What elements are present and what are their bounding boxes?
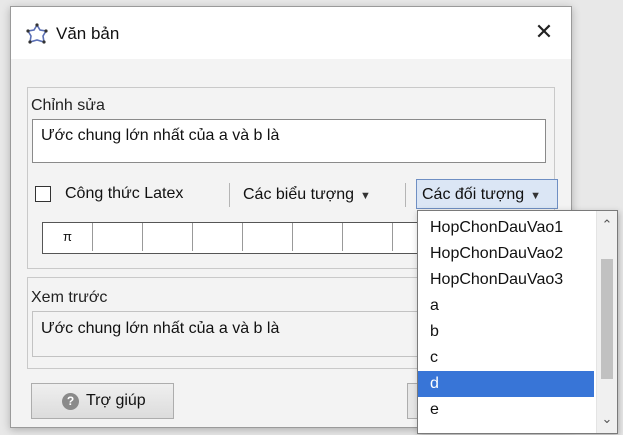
polygon-star-icon — [26, 23, 48, 44]
window-title: Văn bản — [56, 24, 120, 43]
objects-dropdown-list: HopChonDauVao1 HopChonDauVao2 HopChonDau… — [417, 210, 618, 434]
dropdown-option[interactable]: e — [418, 397, 594, 423]
latex-checkbox[interactable] — [35, 186, 51, 202]
scroll-up-icon[interactable]: ⌃ — [597, 215, 617, 235]
title-bar: Văn bản ✕ — [11, 7, 571, 59]
symbol-cell[interactable] — [93, 223, 143, 251]
dropdown-option[interactable]: a — [418, 293, 594, 319]
caret-down-icon: ▼ — [360, 190, 371, 202]
symbols-label: Các biểu tượng — [243, 186, 355, 203]
dropdown-option[interactable]: HopChonDauVao3 — [418, 267, 594, 293]
symbol-cell[interactable] — [193, 223, 243, 251]
symbol-toolbar: π — [42, 222, 444, 254]
divider — [229, 183, 230, 207]
dropdown-option[interactable]: HopChonDauVao1 — [418, 215, 594, 241]
scroll-down-icon[interactable]: ⌄ — [597, 409, 617, 429]
symbol-cell[interactable] — [293, 223, 343, 251]
symbol-cell[interactable]: π — [43, 223, 93, 251]
objects-dropdown-button[interactable]: Các đối tượng ▼ — [416, 179, 558, 209]
close-icon[interactable]: ✕ — [531, 19, 557, 45]
dropdown-options: HopChonDauVao1 HopChonDauVao2 HopChonDau… — [418, 215, 594, 423]
divider — [405, 183, 406, 207]
dropdown-option[interactable]: HopChonDauVao2 — [418, 241, 594, 267]
preview-section-label: Xem trước — [31, 289, 108, 306]
help-icon: ? — [62, 393, 79, 410]
objects-label: Các đối tượng — [422, 186, 525, 203]
dropdown-scrollbar[interactable]: ⌃ ⌄ — [596, 211, 617, 433]
dropdown-option[interactable]: c — [418, 345, 594, 371]
options-row: Công thức Latex Các biểu tượng ▼ Các đối … — [32, 179, 562, 209]
help-button[interactable]: ? Trợ giúp — [31, 383, 174, 419]
symbol-cell[interactable] — [143, 223, 193, 251]
caret-down-icon: ▼ — [530, 190, 542, 202]
scrollbar-thumb[interactable] — [601, 259, 613, 379]
symbol-cell[interactable] — [243, 223, 293, 251]
symbols-dropdown-button[interactable]: Các biểu tượng ▼ — [243, 183, 373, 207]
dropdown-option[interactable]: d — [418, 371, 594, 397]
symbol-cell[interactable] — [343, 223, 393, 251]
dropdown-option[interactable]: b — [418, 319, 594, 345]
latex-label[interactable]: Công thức Latex — [65, 185, 183, 203]
help-label: Trợ giúp — [86, 392, 146, 409]
edit-section-label: Chỉnh sửa — [31, 97, 105, 114]
edit-text-area[interactable]: Ước chung lớn nhất của a và b là — [32, 119, 546, 163]
